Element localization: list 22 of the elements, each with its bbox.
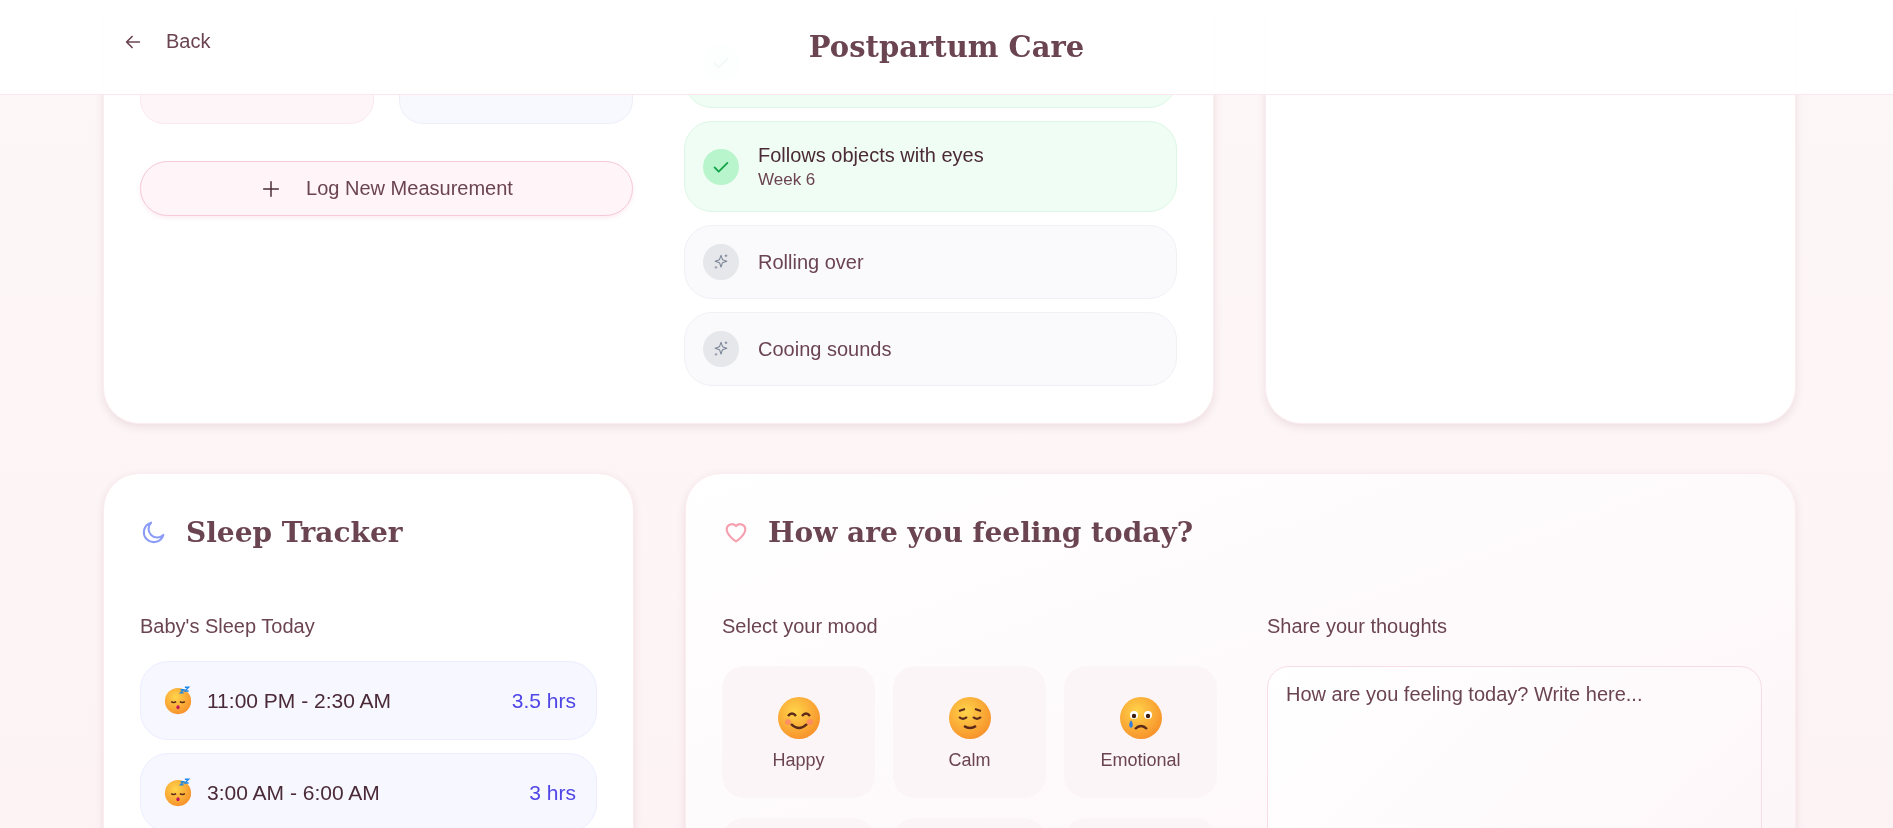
sleep-time: 3:00 AM - 6:00 AM	[207, 780, 380, 805]
milestone-title: Cooing sounds	[758, 337, 892, 361]
back-button[interactable]: Back	[118, 26, 215, 57]
sleep-duration: 3 hrs	[529, 780, 576, 805]
page-title: Postpartum Care	[808, 30, 1085, 64]
section-label: Baby's Sleep Today	[140, 614, 316, 638]
thoughts-field[interactable]: How are you feeling today? Write here...	[1267, 666, 1762, 828]
sleep-duration: 3.5 hrs	[511, 688, 576, 713]
log-measurement-button[interactable]: Log New Measurement	[140, 161, 633, 216]
sleeping-face-icon	[163, 777, 193, 808]
mood-option[interactable]: Happy	[722, 666, 875, 798]
section-label: Select your mood	[722, 614, 879, 638]
card-title: How are you feeling today?	[768, 515, 1194, 549]
sleep-time: 11:00 PM - 2:30 AM	[207, 688, 392, 713]
milestone-title: Follows objects with eyes	[758, 143, 984, 167]
milestone-title: Rolling over	[758, 250, 864, 274]
mood-option[interactable]: Calm	[893, 666, 1046, 798]
sleeping-face-icon	[163, 685, 193, 716]
section-label: Share your thoughts	[1267, 614, 1449, 638]
card-title: Sleep Tracker	[186, 515, 403, 549]
mood-option[interactable]: Emotional	[1064, 666, 1217, 798]
milestone-week: Week 6	[758, 169, 817, 190]
